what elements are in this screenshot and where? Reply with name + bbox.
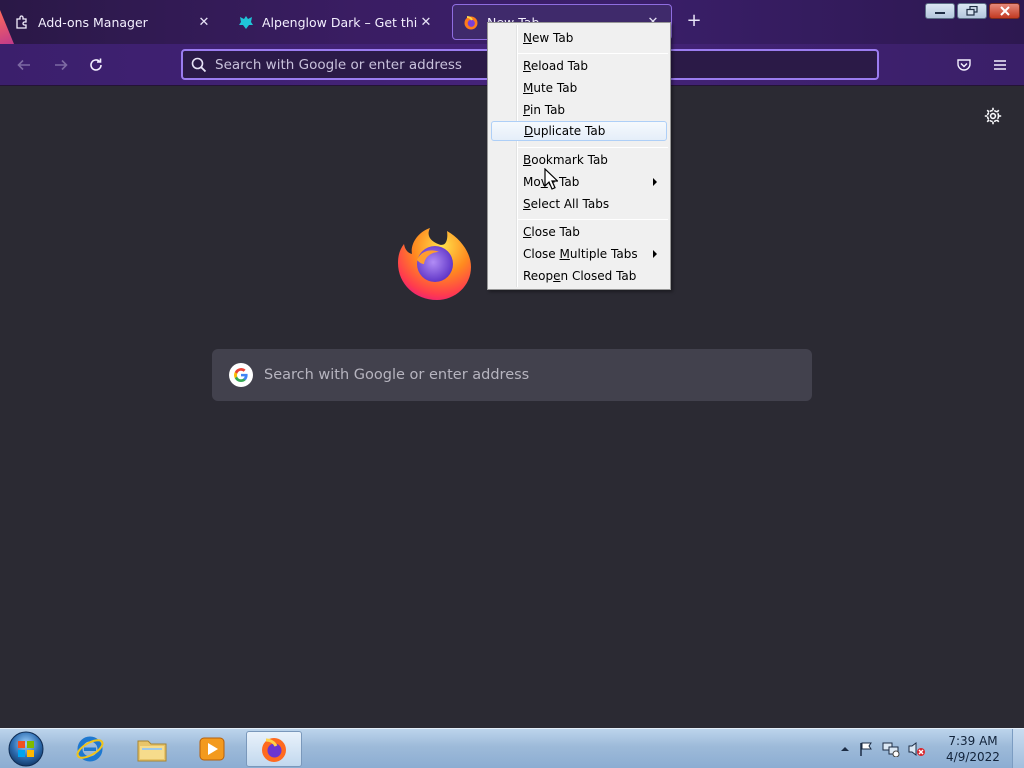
close-tab-icon[interactable]: ✕: [418, 14, 434, 30]
firefox-icon: [262, 738, 286, 762]
taskbar-media-player[interactable]: [184, 731, 240, 767]
firefox-icon: [464, 16, 478, 30]
media-player-icon: [199, 737, 225, 761]
forward-button[interactable]: [51, 55, 71, 75]
reload-icon: [90, 58, 102, 71]
taskbar-file-explorer[interactable]: [124, 731, 180, 767]
menu-item-mute-tab[interactable]: Mute Tab: [491, 78, 667, 98]
tab-label: Alpenglow Dark – Get this Them: [262, 14, 418, 30]
gear-icon[interactable]: [983, 106, 1003, 126]
network-icon[interactable]: [882, 741, 900, 757]
tab-addons-manager[interactable]: Add-ons Manager ✕: [4, 4, 222, 40]
taskbar: 7:39 AM 4/9/2022: [0, 728, 1024, 768]
menu-item-reopen-closed-tab[interactable]: Reopen Closed Tab: [491, 266, 667, 286]
restore-icon: [966, 6, 978, 16]
menu-item-pin-tab[interactable]: Pin Tab: [491, 100, 667, 120]
menu-separator: [518, 147, 668, 148]
close-icon: [999, 6, 1010, 16]
tab-label: Add-ons Manager: [38, 14, 148, 30]
minimize-button[interactable]: [925, 3, 955, 19]
internet-explorer-icon: [76, 736, 104, 762]
content-search-box[interactable]: Search with Google or enter address: [212, 349, 812, 401]
taskbar-internet-explorer[interactable]: [62, 731, 118, 767]
clock-date: 4/9/2022: [946, 750, 1000, 764]
search-icon: [191, 57, 207, 73]
menu-item-duplicate-tab[interactable]: Duplicate Tab: [491, 121, 667, 141]
restore-button[interactable]: [957, 3, 987, 19]
action-center-flag-icon[interactable]: [858, 741, 874, 757]
menu-item-reload-tab[interactable]: Reload Tab: [491, 56, 667, 76]
system-tray: [840, 733, 926, 765]
tab-alpenglow-dark[interactable]: Alpenglow Dark – Get this Them ✕: [228, 4, 444, 40]
pocket-icon: [957, 59, 971, 71]
new-tab-button[interactable]: +: [684, 12, 704, 32]
menu-item-select-all-tabs[interactable]: Select All Tabs: [491, 194, 667, 214]
start-button[interactable]: [6, 730, 46, 768]
firefox-logo: [398, 228, 471, 300]
back-button[interactable]: [14, 55, 34, 75]
menu-item-close-multiple-tabs[interactable]: Close Multiple Tabs: [491, 244, 667, 264]
minimize-icon: [935, 12, 945, 14]
show-hidden-icons-icon[interactable]: [840, 744, 850, 754]
submenu-arrow-icon: [653, 250, 657, 258]
close-tab-icon[interactable]: ✕: [196, 14, 212, 30]
menu-separator: [518, 219, 668, 220]
menu-item-move-tab[interactable]: Move Tab: [491, 172, 667, 192]
google-icon: [229, 363, 253, 387]
arrow-right-icon: [55, 59, 68, 71]
show-desktop-button[interactable]: [1012, 729, 1024, 768]
taskbar-firefox[interactable]: [246, 731, 302, 767]
submenu-arrow-icon: [653, 178, 657, 186]
menu-separator: [518, 53, 668, 54]
reload-button[interactable]: [86, 55, 106, 75]
menu-item-bookmark-tab[interactable]: Bookmark Tab: [491, 150, 667, 170]
url-placeholder: Search with Google or enter address: [215, 56, 462, 73]
tab-context-menu: New Tab Reload Tab Mute Tab Pin Tab Dupl…: [487, 22, 671, 290]
addon-theme-icon: [239, 16, 253, 29]
hamburger-icon: [994, 60, 1006, 70]
close-window-button[interactable]: [989, 3, 1020, 19]
volume-muted-icon[interactable]: [908, 741, 926, 757]
clock-time: 7:39 AM: [948, 734, 998, 748]
clock[interactable]: 7:39 AM 4/9/2022: [942, 733, 1004, 765]
mouse-cursor-icon: [544, 168, 558, 190]
puzzle-icon: [16, 15, 27, 29]
arrow-left-icon: [17, 59, 30, 71]
app-menu-button[interactable]: [990, 55, 1010, 75]
content-search-placeholder: Search with Google or enter address: [264, 367, 530, 383]
menu-item-new-tab[interactable]: New Tab: [491, 28, 667, 48]
menu-item-close-tab[interactable]: Close Tab: [491, 222, 667, 242]
file-explorer-icon: [137, 740, 167, 762]
pocket-button[interactable]: [954, 55, 974, 75]
